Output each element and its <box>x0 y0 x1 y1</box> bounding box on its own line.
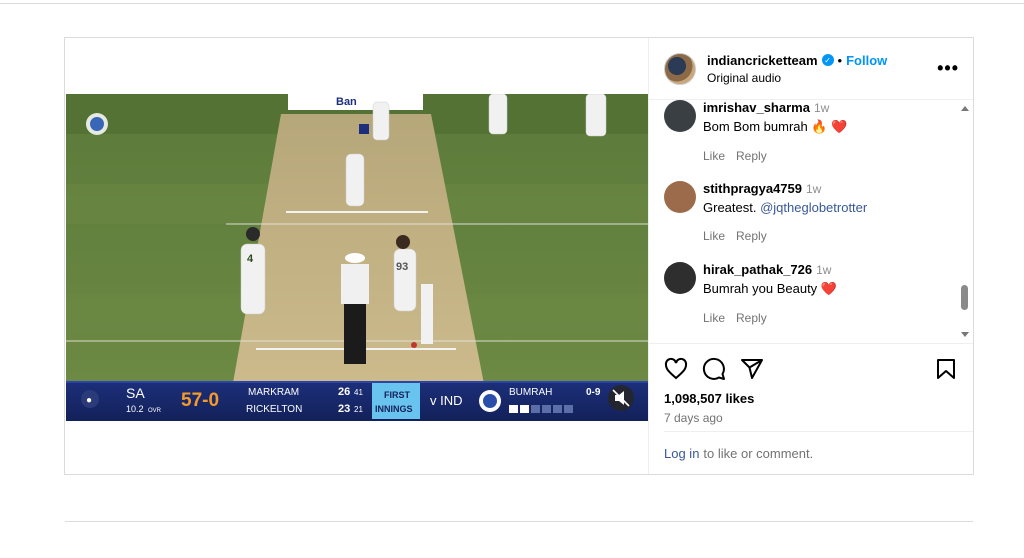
avatar[interactable] <box>664 100 696 132</box>
top-divider <box>0 3 1024 4</box>
comment-time: 1w <box>806 182 822 196</box>
svg-text:10.2: 10.2 <box>126 404 144 414</box>
svg-text:●: ● <box>86 395 92 406</box>
svg-text:v IND: v IND <box>430 393 463 408</box>
post-card: Ban 4 93 ● SA 10.2 OVR 57-0 MARKRAM RICK… <box>64 37 974 475</box>
like-comment-button[interactable]: Like <box>703 149 725 163</box>
comment-item: stithpragya4759 1w Greatest. @jqtheglobet… <box>664 181 867 243</box>
login-link[interactable]: Log in <box>664 446 699 461</box>
bookmark-icon[interactable] <box>934 357 958 381</box>
comment-username[interactable]: stithpragya4759 <box>703 181 802 196</box>
svg-text:OVR: OVR <box>148 408 162 414</box>
avatar[interactable] <box>664 262 696 294</box>
video-player[interactable]: Ban 4 93 ● SA 10.2 OVR 57-0 MARKRAM RICK… <box>66 94 648 421</box>
like-comment-button[interactable]: Like <box>703 229 725 243</box>
comment-item: hirak_pathak_726 1w Bumrah you Beauty ❤️ … <box>664 262 837 325</box>
audio-link[interactable]: Original audio <box>707 71 937 85</box>
scroll-down-icon[interactable] <box>961 332 969 337</box>
post-header: indiancricketteam ✓ • Follow Original au… <box>649 38 973 100</box>
comment-username[interactable]: hirak_pathak_726 <box>703 262 812 277</box>
heart-icon[interactable] <box>664 357 688 381</box>
comment-time: 1w <box>816 263 832 277</box>
media-area: Ban 4 93 ● SA 10.2 OVR 57-0 MARKRAM RICK… <box>65 38 648 474</box>
comment-username[interactable]: imrishav_sharma <box>703 100 810 115</box>
follow-button[interactable]: Follow <box>846 53 887 68</box>
svg-text:RICKELTON: RICKELTON <box>246 404 302 415</box>
more-options-icon[interactable]: ••• <box>937 58 959 79</box>
svg-text:SA: SA <box>126 385 145 401</box>
svg-text:INNINGS: INNINGS <box>375 404 413 414</box>
avatar[interactable] <box>664 181 696 213</box>
comment-text: Bom Bom bumrah 🔥 ❤️ <box>703 119 848 134</box>
svg-text:41: 41 <box>354 388 363 397</box>
username[interactable]: indiancricketteam <box>707 53 818 68</box>
reply-button[interactable]: Reply <box>736 311 767 325</box>
sponsor-board: Ban <box>336 96 357 108</box>
bottom-divider <box>65 521 973 522</box>
svg-text:21: 21 <box>354 405 363 414</box>
post-actions: 1,098,507 likes 7 days ago Log in to lik… <box>649 343 973 474</box>
comment-icon[interactable] <box>702 357 726 381</box>
login-prompt-text: to like or comment. <box>703 445 814 461</box>
reply-button[interactable]: Reply <box>736 149 767 163</box>
scrollbar-thumb[interactable] <box>961 285 968 310</box>
mention-link[interactable]: @jqtheglobetrotter <box>760 200 867 215</box>
video-frame: Ban 4 93 ● SA 10.2 OVR 57-0 MARKRAM RICK… <box>66 94 648 421</box>
comment-text: Greatest. @jqtheglobetrotter <box>703 200 868 215</box>
comment-text: Bumrah you Beauty ❤️ <box>703 281 837 296</box>
comments-scrollbar[interactable] <box>960 100 969 343</box>
svg-text:26: 26 <box>338 386 350 398</box>
svg-text:MARKRAM: MARKRAM <box>248 387 299 398</box>
mute-button[interactable] <box>608 385 634 411</box>
scorebar: ● SA 10.2 OVR 57-0 MARKRAM RICKELTON 26 … <box>66 381 648 421</box>
svg-text:23: 23 <box>338 403 350 415</box>
comment-item: imrishav_sharma 1w Bom Bom bumrah 🔥 ❤️ Li… <box>664 100 847 163</box>
svg-text:0-9: 0-9 <box>586 387 601 398</box>
svg-text:4: 4 <box>247 253 254 265</box>
login-prompt: Log in to like or comment. <box>664 431 973 474</box>
avatar[interactable] <box>664 52 696 85</box>
svg-text:BUMRAH: BUMRAH <box>509 387 552 398</box>
svg-text:FIRST: FIRST <box>384 390 411 400</box>
separator-dot: • <box>837 52 843 68</box>
comment-time: 1w <box>813 101 830 115</box>
sidebar: indiancricketteam ✓ • Follow Original au… <box>648 38 973 474</box>
post-date[interactable]: 7 days ago <box>664 411 958 425</box>
like-comment-button[interactable]: Like <box>703 311 725 325</box>
verified-icon: ✓ <box>821 54 834 66</box>
scroll-up-icon[interactable] <box>961 106 969 111</box>
svg-text:93: 93 <box>396 261 408 273</box>
share-icon[interactable] <box>740 357 764 381</box>
likes-count[interactable]: 1,098,507 likes <box>664 391 958 406</box>
svg-text:57-0: 57-0 <box>181 390 219 411</box>
comments-list: imrishav_sharma 1w Bom Bom bumrah 🔥 ❤️ Li… <box>649 100 973 343</box>
reply-button[interactable]: Reply <box>736 229 767 243</box>
